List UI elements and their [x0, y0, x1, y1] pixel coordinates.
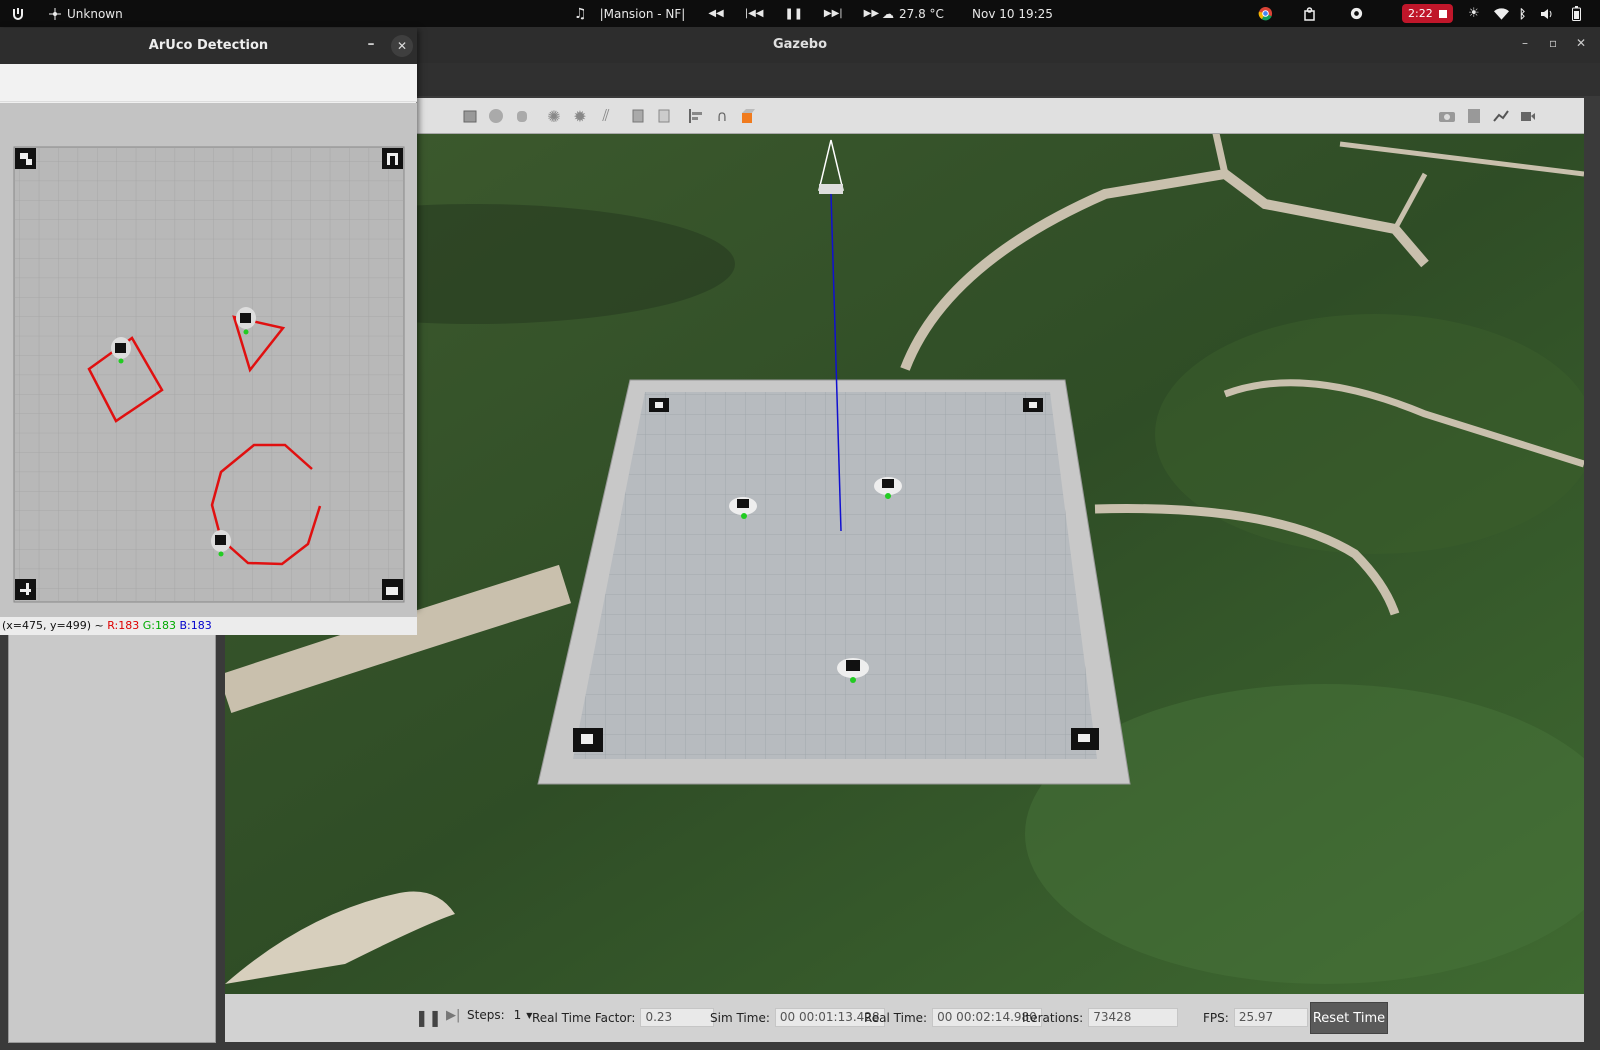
media-controls: ♫ |Mansion - NF| ◀◀ |◀◀ ❚❚ ▶▶| ▶▶	[574, 0, 887, 27]
pixel-red-value: R:183	[107, 619, 140, 632]
steps-label: Steps:	[467, 1008, 505, 1022]
music-note-icon: ♫	[574, 5, 587, 22]
close-icon[interactable]: ✕	[1576, 36, 1586, 50]
aruco-corner-marker	[15, 148, 36, 169]
recording-time: 2:22	[1408, 7, 1433, 20]
steps-spinbox[interactable]: 1	[514, 1008, 522, 1022]
restore-icon[interactable]: ▫	[1549, 36, 1557, 50]
pixel-green-value: G:183	[142, 619, 176, 632]
aruco-corner-marker	[15, 579, 36, 600]
rewind-icon[interactable]: ◀◀	[708, 8, 723, 19]
aruco-titlebar[interactable]: ArUco Detection – ✕	[0, 28, 417, 64]
aruco-corner-marker	[382, 148, 403, 169]
aruco-toolbar	[0, 64, 417, 102]
next-track-icon[interactable]: ▶▶|	[824, 8, 843, 19]
temperature: 27.8 °C	[899, 6, 944, 21]
gazebo-toolbar: ↷ ✺ ✹ ⫽ ∩	[224, 98, 1584, 134]
stop-icon	[1438, 9, 1447, 18]
fps-value: 25.97	[1233, 1008, 1308, 1027]
step-icon[interactable]: ▶|	[446, 1008, 460, 1023]
system-top-bar: Unknown ♫ |Mansion - NF| ◀◀ |◀◀ ❚❚ ▶▶| ▶…	[0, 0, 1600, 27]
network-label: Unknown	[67, 6, 123, 21]
wifi-icon[interactable]	[1494, 0, 1509, 27]
point-light-icon[interactable]: ✺	[544, 106, 564, 126]
paste-icon[interactable]	[654, 106, 674, 126]
directional-light-icon[interactable]: ⫽	[596, 106, 616, 126]
fps-label: FPS:	[1203, 1010, 1229, 1025]
aruco-corner-marker	[382, 579, 403, 600]
network-icon	[49, 7, 61, 20]
bluetooth-icon[interactable]: ᛒ	[1519, 0, 1526, 27]
spot-light-icon[interactable]: ✹	[570, 106, 590, 126]
volume-icon[interactable]	[1540, 0, 1554, 27]
simulation-statusbar: ❚❚ ▶| Steps: 1 ▼ Real Time Factor: 0.23 …	[225, 994, 1584, 1042]
rtf-label: Real Time Factor:	[532, 1010, 636, 1025]
aruco-camera-image[interactable]	[0, 103, 417, 617]
activities-icon[interactable]	[10, 0, 26, 27]
screenshot-icon[interactable]	[1437, 106, 1457, 126]
previous-track-icon[interactable]: |◀◀	[745, 8, 764, 19]
snap-icon[interactable]: ∩	[712, 106, 732, 126]
video-record-icon[interactable]	[1518, 106, 1538, 126]
close-icon[interactable]: ✕	[391, 35, 413, 57]
align-icon[interactable]	[686, 106, 706, 126]
real-time-label: Real Time:	[864, 1010, 928, 1025]
plot-icon[interactable]	[1491, 106, 1511, 126]
aruco-title: ArUco Detection	[148, 38, 269, 53]
pixel-info-statusbar: (x=475, y=499) ~ R:183 G:183 B:183	[0, 617, 417, 635]
scene-viewport[interactable]	[225, 134, 1584, 994]
pause-simulation-icon[interactable]: ❚❚	[415, 1008, 442, 1027]
weather-icon: ☁	[882, 6, 894, 21]
rtf-value: 0.23	[640, 1008, 715, 1027]
box-shape-icon[interactable]	[460, 106, 480, 126]
screen-recording-indicator[interactable]: 2:22	[1402, 0, 1453, 27]
aruco-detection-window: ArUco Detection – ✕ (x=475, y=499) ~ R:1…	[0, 28, 417, 635]
iterations-label: Iterations:	[1022, 1010, 1084, 1025]
sphere-shape-icon[interactable]	[486, 106, 506, 126]
minimize-icon[interactable]: –	[361, 36, 381, 56]
network-indicator[interactable]: Unknown	[48, 0, 123, 27]
weather-indicator[interactable]: ☁ 27.8 °C	[882, 0, 944, 27]
brightness-icon[interactable]: ☀	[1468, 0, 1480, 27]
cylinder-shape-icon[interactable]	[512, 106, 532, 126]
reset-time-button[interactable]: Reset Time	[1310, 1002, 1388, 1034]
pause-icon[interactable]: ❚❚	[784, 7, 802, 20]
fast-forward-icon[interactable]: ▶▶	[864, 8, 879, 19]
battery-icon[interactable]	[1572, 0, 1581, 27]
clock[interactable]: Nov 10 19:25	[972, 0, 1053, 27]
iterations-value: 73428	[1088, 1008, 1179, 1027]
minimize-icon[interactable]: –	[1522, 36, 1528, 50]
cursor-coords: (x=475, y=499) ~	[2, 619, 104, 632]
pixel-blue-value: B:183	[179, 619, 212, 632]
view-angle-icon[interactable]	[738, 106, 758, 126]
media-title[interactable]: |Mansion - NF|	[600, 7, 686, 21]
copy-icon[interactable]	[628, 106, 648, 126]
app-indicator-icon[interactable]	[1349, 0, 1364, 27]
extension-icon[interactable]	[1303, 0, 1317, 27]
chrome-icon[interactable]	[1258, 0, 1273, 27]
log-data-icon[interactable]	[1464, 106, 1484, 126]
sim-time-label: Sim Time:	[710, 1010, 770, 1025]
